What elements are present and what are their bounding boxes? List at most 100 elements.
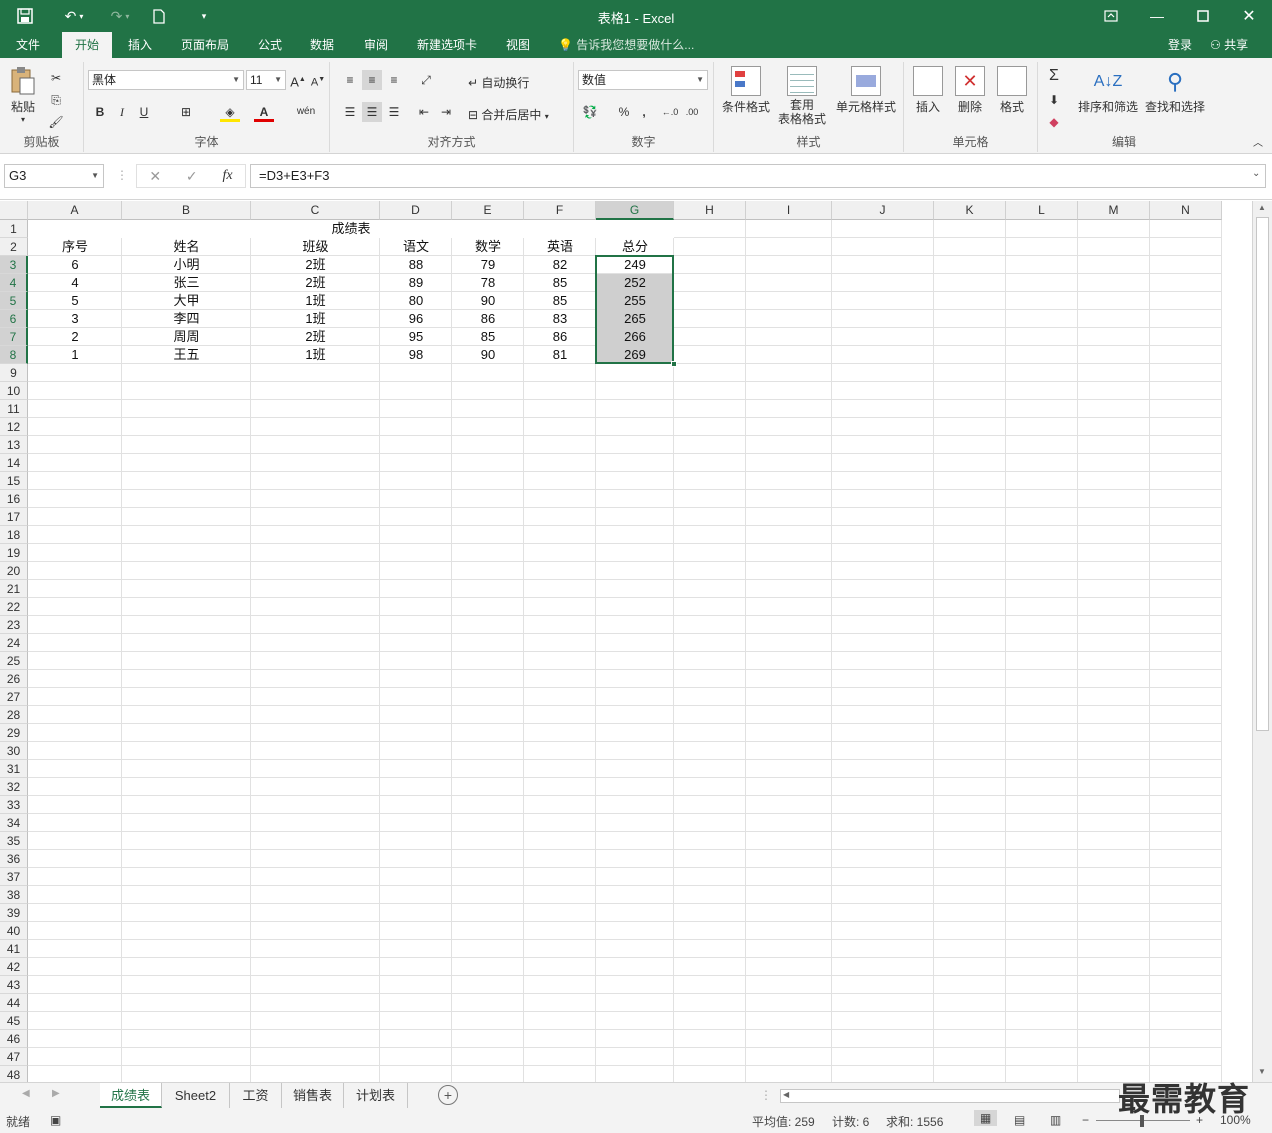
column-header-G[interactable]: G: [596, 201, 674, 220]
prev-sheet-icon[interactable]: ◀: [22, 1088, 30, 1099]
page-layout-view-icon[interactable]: ▤: [1014, 1113, 1025, 1127]
data-cell[interactable]: 小明: [122, 256, 251, 274]
row-header[interactable]: 30: [0, 742, 28, 760]
enter-icon[interactable]: ✓: [186, 168, 198, 185]
tab-splitter[interactable]: ⋮: [760, 1088, 772, 1102]
italic-button[interactable]: I: [112, 102, 132, 122]
increase-font-icon[interactable]: A▲: [288, 70, 308, 90]
row-header[interactable]: 41: [0, 940, 28, 958]
data-cell[interactable]: 86: [452, 310, 524, 328]
row-header[interactable]: 7: [0, 328, 28, 346]
column-header-D[interactable]: D: [380, 201, 452, 220]
row-header[interactable]: 20: [0, 562, 28, 580]
data-cell[interactable]: 96: [380, 310, 452, 328]
tell-me-box[interactable]: 💡 告诉我您想要做什么...: [558, 32, 694, 58]
row-header[interactable]: 36: [0, 850, 28, 868]
row-header[interactable]: 43: [0, 976, 28, 994]
align-top-icon[interactable]: ≡: [340, 70, 360, 90]
tab-data[interactable]: 数据: [300, 32, 344, 58]
cell-styles-button[interactable]: 单元格样式: [834, 66, 898, 115]
row-header[interactable]: 35: [0, 832, 28, 850]
column-header-J[interactable]: J: [832, 201, 934, 220]
underline-button[interactable]: U: [134, 102, 154, 122]
decrease-decimal-icon[interactable]: .00: [682, 102, 702, 122]
scroll-left-icon[interactable]: ◀: [783, 1090, 789, 1099]
sheet-tab-grades[interactable]: 成绩表: [100, 1083, 162, 1108]
share-button[interactable]: ⚇ 共享: [1206, 32, 1248, 58]
column-header-B[interactable]: B: [122, 201, 251, 220]
orientation-icon[interactable]: ⤢: [416, 70, 436, 90]
sheet-title-cell[interactable]: 成绩表: [28, 220, 674, 238]
page-break-view-icon[interactable]: ▥: [1050, 1113, 1061, 1127]
data-cell[interactable]: 252: [596, 274, 674, 292]
data-cell[interactable]: 86: [524, 328, 596, 346]
row-header[interactable]: 38: [0, 886, 28, 904]
fill-color-icon[interactable]: ◈: [220, 102, 240, 122]
format-cells-button[interactable]: 格式: [994, 66, 1030, 115]
data-cell[interactable]: 1班: [251, 310, 380, 328]
row-header[interactable]: 44: [0, 994, 28, 1012]
cut-icon[interactable]: ✂: [46, 68, 66, 88]
conditional-format-button[interactable]: 条件格式: [718, 66, 774, 115]
data-cell[interactable]: 1: [28, 346, 122, 364]
decrease-indent-icon[interactable]: ⇤: [414, 102, 434, 122]
data-cell[interactable]: 82: [524, 256, 596, 274]
row-header[interactable]: 19: [0, 544, 28, 562]
row-header[interactable]: 5: [0, 292, 28, 310]
phonetic-icon[interactable]: wén: [296, 102, 316, 122]
row-header[interactable]: 15: [0, 472, 28, 490]
find-select-button[interactable]: ⚲ 查找和选择: [1142, 66, 1208, 115]
select-all-corner[interactable]: [0, 201, 28, 220]
sheet-tab-salary[interactable]: 工资: [230, 1083, 282, 1108]
row-header[interactable]: 39: [0, 904, 28, 922]
customize-toolbar-icon[interactable]: ▾: [194, 0, 214, 32]
add-sheet-icon[interactable]: +: [438, 1085, 458, 1105]
data-cell[interactable]: 89: [380, 274, 452, 292]
row-header[interactable]: 46: [0, 1030, 28, 1048]
undo-icon[interactable]: ↶ ▾: [56, 0, 92, 32]
row-header[interactable]: 47: [0, 1048, 28, 1066]
ribbon-display-icon[interactable]: [1088, 0, 1134, 32]
header-cell[interactable]: 姓名: [122, 238, 251, 256]
align-right-icon[interactable]: ☰: [384, 102, 404, 122]
row-header[interactable]: 3: [0, 256, 28, 274]
column-header-C[interactable]: C: [251, 201, 380, 220]
row-header[interactable]: 48: [0, 1066, 28, 1082]
delete-cells-button[interactable]: ✕ 删除: [952, 66, 988, 115]
column-header-H[interactable]: H: [674, 201, 746, 220]
row-header[interactable]: 6: [0, 310, 28, 328]
row-header[interactable]: 26: [0, 670, 28, 688]
header-cell[interactable]: 序号: [28, 238, 122, 256]
data-cell[interactable]: 80: [380, 292, 452, 310]
row-header[interactable]: 25: [0, 652, 28, 670]
column-header-F[interactable]: F: [524, 201, 596, 220]
fill-icon[interactable]: ⬇: [1044, 90, 1064, 110]
row-header[interactable]: 28: [0, 706, 28, 724]
data-cell[interactable]: 3: [28, 310, 122, 328]
data-cell[interactable]: 5: [28, 292, 122, 310]
row-header[interactable]: 33: [0, 796, 28, 814]
align-center-icon[interactable]: ☰: [362, 102, 382, 122]
copy-icon[interactable]: ⎘: [46, 90, 66, 110]
column-header-M[interactable]: M: [1078, 201, 1150, 220]
row-header[interactable]: 2: [0, 238, 28, 256]
zoom-out-icon[interactable]: −: [1082, 1113, 1089, 1127]
font-color-icon[interactable]: A: [254, 102, 274, 122]
next-sheet-icon[interactable]: ▶: [52, 1088, 60, 1099]
scroll-up-icon[interactable]: ▲: [1258, 203, 1266, 212]
fill-handle[interactable]: [671, 361, 677, 367]
column-header-E[interactable]: E: [452, 201, 524, 220]
data-cell[interactable]: 2班: [251, 328, 380, 346]
data-cell[interactable]: 265: [596, 310, 674, 328]
maximize-icon[interactable]: [1180, 0, 1226, 32]
tab-new[interactable]: 新建选项卡: [408, 32, 486, 58]
vertical-scrollbar[interactable]: ▲ ▼: [1252, 201, 1272, 1082]
row-header[interactable]: 29: [0, 724, 28, 742]
font-size-combo[interactable]: 11 ▼: [246, 70, 286, 90]
data-cell[interactable]: 85: [452, 328, 524, 346]
horizontal-scrollbar[interactable]: ◀: [780, 1089, 1120, 1103]
row-header[interactable]: 16: [0, 490, 28, 508]
row-header[interactable]: 31: [0, 760, 28, 778]
collapse-ribbon-icon[interactable]: ︿: [1248, 134, 1268, 154]
sheet-tab-plan[interactable]: 计划表: [344, 1083, 408, 1108]
